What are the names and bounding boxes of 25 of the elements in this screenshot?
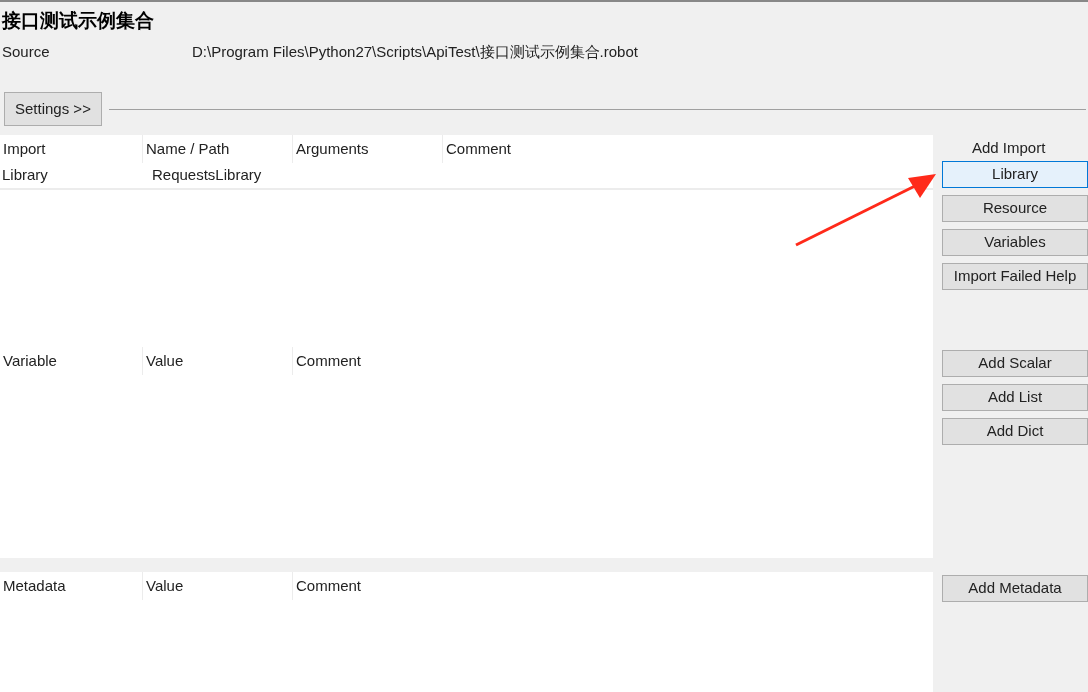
column-header: Comment: [295, 575, 363, 596]
action-button[interactable]: Import Failed Help: [942, 263, 1088, 290]
source-path: D:\Program Files\Python27\Scripts\ApiTest\接口测试示例集合.robot: [192, 41, 638, 62]
action-button[interactable]: Add Dict: [942, 418, 1088, 445]
column-header: Name / Path: [143, 135, 293, 163]
column-header: Value: [143, 347, 293, 375]
column-header: Arguments: [293, 135, 443, 163]
action-button[interactable]: Variables: [942, 229, 1088, 256]
column-header: Value: [143, 572, 293, 600]
settings-button[interactable]: Settings >>: [4, 92, 102, 126]
column-header: Variable: [0, 347, 143, 375]
action-button[interactable]: Add Metadata: [942, 575, 1088, 602]
column-header: Import: [0, 135, 143, 163]
action-button[interactable]: Add List: [942, 384, 1088, 411]
column-header: Comment: [295, 350, 363, 371]
page-title: 接口测试示例集合: [2, 8, 154, 33]
source-label: Source: [2, 41, 51, 62]
add-import-label: Add Import: [972, 138, 1046, 158]
column-header: Metadata: [0, 572, 143, 600]
action-button[interactable]: Add Scalar: [942, 350, 1088, 377]
action-button[interactable]: Resource: [942, 195, 1088, 222]
action-button[interactable]: Library: [942, 161, 1088, 188]
column-header: Comment: [445, 138, 513, 159]
table-cell-text: Library: [1, 165, 49, 186]
table-cell-text: RequestsLibrary: [151, 165, 263, 186]
